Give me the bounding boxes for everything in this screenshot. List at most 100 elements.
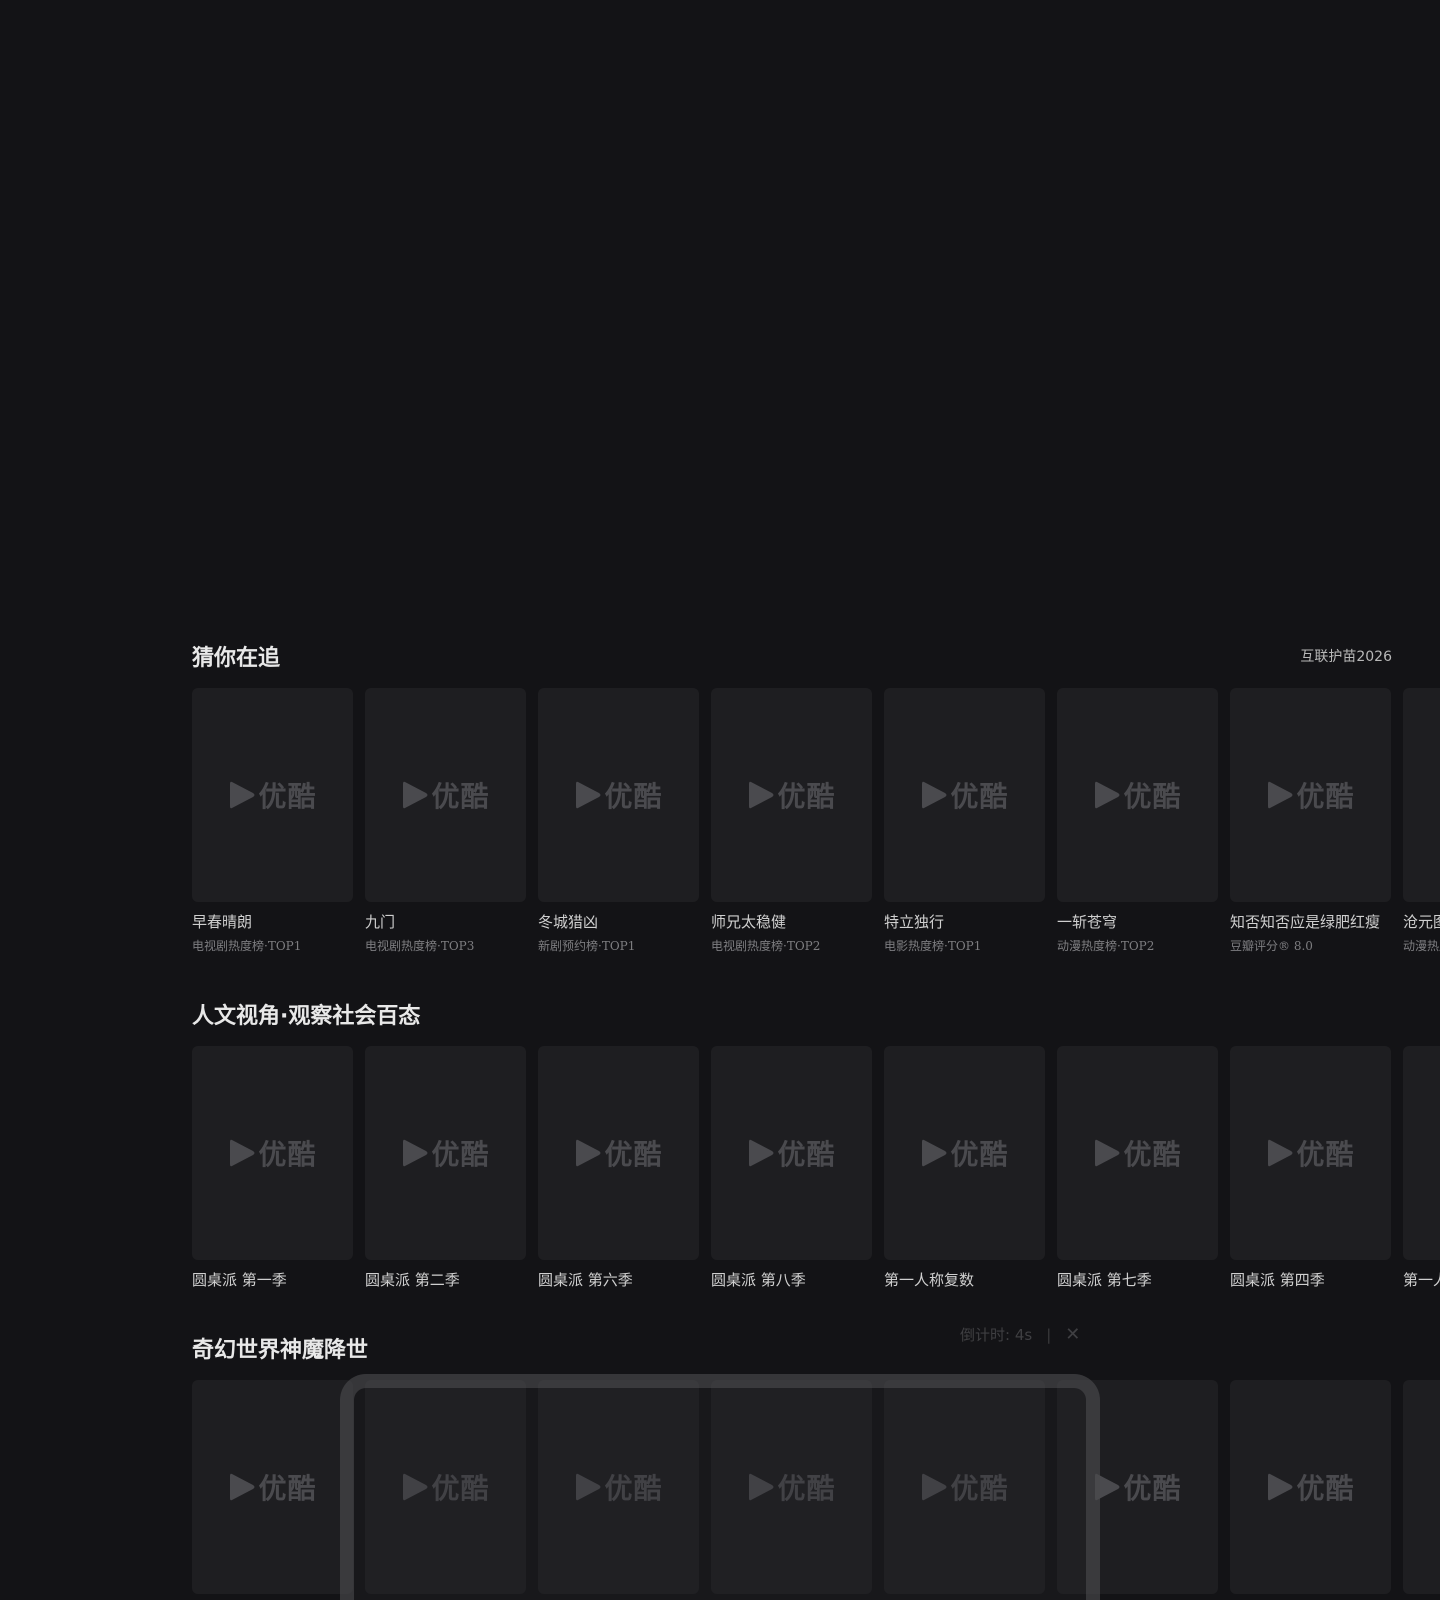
poster-placeholder[interactable]: 优酷	[711, 688, 872, 902]
youku-logo: 优酷	[401, 1133, 489, 1173]
video-card[interactable]: 优酷 圆桌派 第一季	[192, 1046, 353, 1290]
card-title[interactable]: 冬城猎凶	[538, 911, 699, 932]
card-title[interactable]: 沧元图	[1403, 911, 1440, 932]
card-title[interactable]: 师兄太稳健	[711, 911, 872, 932]
youku-logo: 优酷	[574, 1133, 662, 1173]
video-card[interactable]: 优酷第一人称复数	[884, 1046, 1045, 1290]
youku-logo: 优酷	[1093, 775, 1181, 815]
logo-text: 优酷	[258, 780, 317, 813]
logo-text: 优酷	[1123, 1472, 1182, 1505]
youku-logo: 优酷	[1093, 1467, 1181, 1507]
video-card[interactable]: 优酷	[1403, 1380, 1440, 1594]
card-title[interactable]: 圆桌派 第七季	[1057, 1269, 1218, 1290]
poster-placeholder[interactable]: 优酷	[192, 1380, 353, 1594]
poster-placeholder[interactable]: 优酷	[884, 1046, 1045, 1260]
card-subtitle: 新剧预约榜·TOP1	[538, 939, 636, 953]
play-icon	[749, 1139, 774, 1167]
youku-logo: 优酷	[747, 775, 835, 815]
poster-placeholder[interactable]: 优酷	[1057, 688, 1218, 902]
countdown-separator: |	[1046, 1325, 1052, 1344]
youku-logo: 优酷	[401, 775, 489, 815]
section-title: 猜你在追	[192, 646, 281, 671]
play-icon	[922, 1139, 947, 1167]
poster-placeholder[interactable]: 优酷	[711, 1046, 872, 1260]
video-card[interactable]: 优酷冬城猎凶新剧预约榜·TOP1	[538, 688, 699, 954]
card-title[interactable]: 圆桌派 第一季	[192, 1269, 353, 1290]
youku-logo: 优酷	[228, 1133, 316, 1173]
card-subtitle: 动漫热度榜·TOP2	[1057, 939, 1155, 953]
poster-placeholder[interactable]: 优酷	[1230, 688, 1391, 902]
card-title[interactable]: 一斩苍穹	[1057, 911, 1218, 932]
video-card[interactable]: 优酷第一人称复数	[1403, 1046, 1440, 1290]
page: 猜你在追 互联护苗2026 优酷 早春晴朗 电视剧热度榜·TOP1 优酷 九门 电视剧热度…	[0, 0, 1440, 1600]
poster-placeholder[interactable]: 优酷	[884, 688, 1045, 902]
close-icon[interactable]: ✕	[1065, 1324, 1080, 1345]
card-title[interactable]: 圆桌派 第六季	[538, 1269, 699, 1290]
card-title[interactable]: 圆桌派 第四季	[1230, 1269, 1391, 1290]
poster-placeholder[interactable]: 优酷	[1230, 1046, 1391, 1260]
logo-text: 优酷	[431, 1138, 490, 1171]
video-card[interactable]: 优酷 圆桌派 第七季	[1057, 1046, 1218, 1290]
video-card[interactable]: 优酷圆桌派 第六季	[538, 1046, 699, 1290]
poster-placeholder[interactable]: 优酷	[1057, 1046, 1218, 1260]
logo-text: 优酷	[258, 1472, 317, 1505]
countdown-label: 倒计时: 4s	[960, 1326, 1033, 1344]
play-icon	[749, 781, 774, 809]
card-title[interactable]: 圆桌派 第二季	[365, 1269, 526, 1290]
card-subtitle: 电视剧热度榜·TOP3	[365, 939, 475, 953]
logo-text: 优酷	[604, 780, 663, 813]
card-title[interactable]: 知否知否应是绿肥红瘦	[1230, 911, 1391, 932]
section-extra-link[interactable]: 互联护苗2026	[1300, 646, 1392, 666]
youku-logo: 优酷	[1266, 1133, 1354, 1173]
poster-placeholder[interactable]: 优酷	[1403, 688, 1440, 902]
card-row: 优酷 圆桌派 第一季 优酷 圆桌派 第二季 优酷 圆桌派 第六季 优酷 圆桌派 第八季 优酷 第一…	[192, 1046, 1440, 1326]
play-icon	[1268, 1139, 1293, 1167]
card-title[interactable]: 圆桌派 第八季	[711, 1269, 872, 1290]
youku-logo: 优酷	[920, 775, 1008, 815]
card-title[interactable]: 九门	[365, 911, 526, 932]
play-icon	[403, 781, 428, 809]
card-title[interactable]: 第一人称复数	[1403, 1269, 1440, 1290]
play-icon	[230, 1473, 255, 1501]
youku-logo: 优酷	[1266, 1467, 1354, 1507]
video-card[interactable]: 优酷圆桌派 第二季	[365, 1046, 526, 1290]
video-card[interactable]: 优酷 特立独行 电影热度榜·TOP1	[884, 688, 1045, 954]
poster-placeholder[interactable]: 优酷	[192, 1046, 353, 1260]
video-card[interactable]: 优酷圆桌派 第八季	[711, 1046, 872, 1290]
video-card[interactable]: 优酷	[192, 1380, 353, 1594]
card-title[interactable]: 早春晴朗	[192, 911, 353, 932]
poster-placeholder[interactable]: 优酷	[1403, 1380, 1440, 1594]
logo-text: 优酷	[777, 780, 836, 813]
video-card[interactable]: 优酷 知否知否应是绿肥红瘦 豆瓣评分® 8.0	[1230, 688, 1391, 954]
card-title[interactable]: 第一人称复数	[884, 1269, 1045, 1290]
poster-placeholder[interactable]: 优酷	[538, 1046, 699, 1260]
section-title: 人文视角·观察社会百态	[192, 1004, 421, 1029]
video-card[interactable]: 优酷九门电视剧热度榜·TOP3	[365, 688, 526, 954]
video-card[interactable]: 优酷 早春晴朗 电视剧热度榜·TOP1	[192, 688, 353, 954]
video-card[interactable]: 优酷一斩苍穹动漫热度榜·TOP2	[1057, 688, 1218, 954]
logo-text: 优酷	[604, 1138, 663, 1171]
video-card[interactable]: 优酷沧元图动漫热度榜	[1403, 688, 1440, 954]
video-card[interactable]: 优酷 圆桌派 第四季	[1230, 1046, 1391, 1290]
poster-placeholder[interactable]: 优酷	[1403, 1046, 1440, 1260]
poster-placeholder[interactable]: 优酷	[365, 1046, 526, 1260]
video-card[interactable]: 优酷 师兄太稳健 电视剧热度榜·TOP2	[711, 688, 872, 954]
play-icon	[1095, 1139, 1120, 1167]
logo-text: 优酷	[431, 780, 490, 813]
logo-text: 优酷	[1296, 780, 1355, 813]
banner-area[interactable]	[0, 0, 1440, 610]
youku-logo: 优酷	[1266, 775, 1354, 815]
logo-text: 优酷	[777, 1138, 836, 1171]
video-card[interactable]: 优酷	[1230, 1380, 1391, 1594]
poster-placeholder[interactable]: 优酷	[1230, 1380, 1391, 1594]
card-title[interactable]: 特立独行	[884, 911, 1045, 932]
poster-placeholder[interactable]: 优酷	[538, 688, 699, 902]
youku-logo: 优酷	[747, 1133, 835, 1173]
logo-text: 优酷	[950, 780, 1009, 813]
poster-placeholder[interactable]: 优酷	[365, 688, 526, 902]
play-icon	[403, 1139, 428, 1167]
play-icon	[1095, 781, 1120, 809]
play-icon	[230, 1139, 255, 1167]
play-icon	[1268, 1473, 1293, 1501]
poster-placeholder[interactable]: 优酷	[192, 688, 353, 902]
